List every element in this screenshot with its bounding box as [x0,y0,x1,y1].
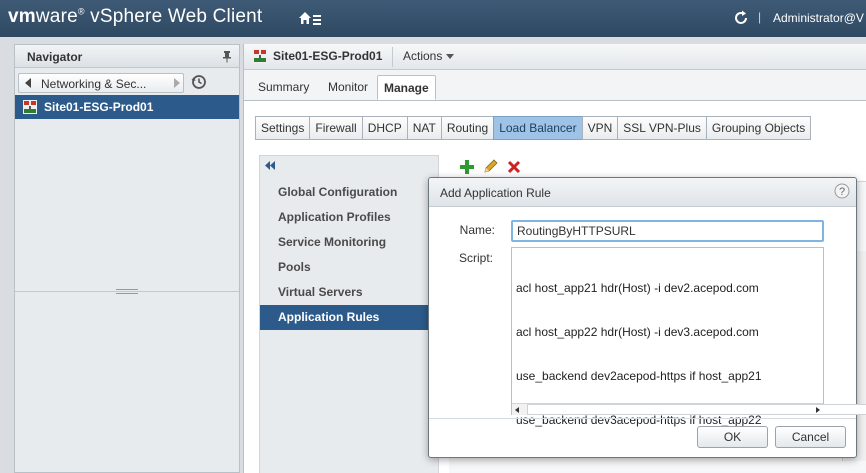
svg-text:?: ? [839,186,845,198]
edge-gateway-icon [23,100,37,114]
brand-product: vSphere Web Client [84,6,263,27]
script-line: use_backend dev2acepod-https if host_app… [516,368,762,383]
chevron-down-icon [446,54,455,60]
app-brand: vmware® vSphere Web Client [8,6,262,28]
script-label: Script: [458,251,493,265]
subtab-grouping-objects[interactable]: Grouping Objects [705,116,812,140]
lb-nav-global-configuration[interactable]: Global Configuration [260,180,438,205]
cancel-button[interactable]: Cancel [775,426,846,448]
navigator-item-edge[interactable]: Site01-ESG-Prod01 [15,95,239,119]
header-separator: | [758,10,762,24]
subtab-vpn[interactable]: VPN [581,116,619,140]
help-icon[interactable]: ? [834,183,850,199]
edge-gateway-icon [253,49,267,63]
pin-icon[interactable] [221,50,233,63]
lb-nav-service-monitoring[interactable]: Service Monitoring [260,230,438,255]
subtab-settings[interactable]: Settings [255,116,311,140]
scroll-left-icon[interactable] [515,407,519,413]
lb-nav-virtual-servers[interactable]: Virtual Servers [260,280,438,305]
actions-label: Actions [403,49,443,63]
script-textarea[interactable]: acl host_app21 hdr(Host) -i dev2.acepod.… [511,247,866,427]
name-label: Name: [459,223,495,237]
manage-subtabs: Settings Firewall DHCP NAT Routing Load … [255,116,812,140]
script-line: acl host_app22 hdr(Host) -i dev3.acepod.… [516,324,759,339]
history-icon[interactable] [191,74,207,90]
user-menu[interactable]: Administrator@V [773,11,864,25]
lb-nav-pools[interactable]: Pools [260,255,438,280]
add-application-rule-dialog: Add Application Rule ? Name: Script: acl… [428,177,866,458]
add-icon[interactable] [459,159,475,175]
subtab-routing[interactable]: Routing [440,116,495,140]
script-line: acl host_app21 hdr(Host) -i dev2.acepod.… [516,281,759,296]
header-divider [392,47,393,67]
refresh-icon[interactable] [733,10,749,26]
forward-arrow-icon[interactable] [173,78,180,88]
home-menu-icon[interactable] [298,10,322,26]
tab-monitor[interactable]: Monitor [322,75,374,100]
dialog-title: Add Application Rule [440,186,551,200]
brand-vm: vm [8,6,36,27]
delete-icon[interactable] [506,159,522,175]
brand-ware: ware [35,6,78,27]
name-field[interactable] [511,220,824,242]
subtab-ssl-vpn-plus[interactable]: SSL VPN-Plus [617,116,707,140]
back-arrow-icon[interactable] [25,78,32,88]
lb-nav-application-rules[interactable]: Application Rules [260,305,438,330]
breadcrumb-label: Networking & Sec... [41,77,147,91]
top-header-bar: vmware® vSphere Web Client | Administrat… [0,0,866,37]
object-header: Site01-ESG-Prod01 Actions [244,44,866,70]
load-balancer-nav: Global Configuration Application Profile… [259,155,439,473]
navigator-resize-handle[interactable] [116,289,138,294]
navigator-item-label: Site01-ESG-Prod01 [44,100,154,114]
object-title: Site01-ESG-Prod01 [273,49,383,63]
scroll-right-icon[interactable] [816,407,820,413]
ok-button[interactable]: OK [697,426,768,448]
brand-trademark: ® [77,6,85,17]
dialog-header: Add Application Rule ? [429,178,856,207]
lb-nav-application-profiles[interactable]: Application Profiles [260,205,438,230]
navigator-title: Navigator [27,50,83,64]
navigator-panel: Navigator Networking & Sec... Site01-ESG… [14,44,240,473]
actions-menu[interactable]: Actions [403,49,455,63]
subtab-nat[interactable]: NAT [406,116,442,140]
tab-manage[interactable]: Manage [377,75,436,100]
horizontal-scrollbar[interactable] [512,403,866,415]
collapse-left-icon[interactable] [265,161,275,170]
subtab-load-balancer[interactable]: Load Balancer [493,116,583,140]
edit-icon[interactable] [482,159,498,175]
subtab-dhcp[interactable]: DHCP [361,116,408,140]
dialog-footer-divider [429,418,856,419]
navigator-header: Navigator [15,45,239,68]
subtab-firewall[interactable]: Firewall [309,116,363,140]
tab-summary[interactable]: Summary [252,75,315,100]
navigator-breadcrumb[interactable]: Networking & Sec... [18,73,184,93]
